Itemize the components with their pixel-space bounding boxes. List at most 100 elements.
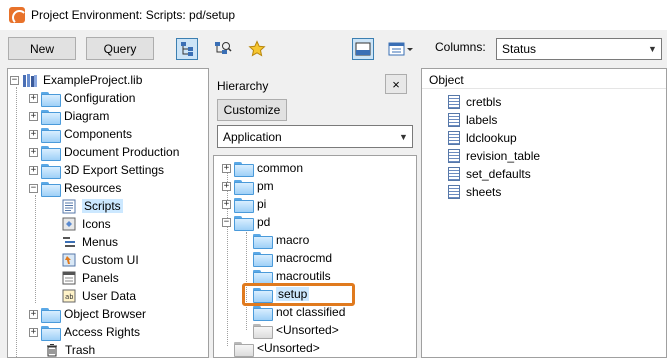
hierarchy-item-pm[interactable]: + pm — [222, 177, 274, 195]
chevron-down-icon: ▼ — [648, 44, 657, 54]
expand-icon[interactable]: + — [29, 93, 38, 103]
object-item[interactable]: sheets — [448, 183, 501, 201]
object-column-header[interactable]: Object — [422, 69, 666, 89]
tree-item-label: Access Rights — [64, 325, 141, 339]
tree-item-label: Menus — [82, 235, 119, 249]
object-list-panel: Object cretbls labels ldclookup revision… — [421, 68, 667, 358]
panels-icon — [61, 270, 77, 286]
toolbar: New Query Columns: Status ▼ — [0, 30, 667, 68]
scripts-icon — [61, 198, 77, 214]
tree-item-scripts[interactable]: Scripts — [61, 197, 123, 215]
script-file-icon — [448, 185, 460, 199]
object-item-label: ldclookup — [466, 131, 517, 145]
close-hierarchy-button[interactable]: × — [385, 74, 407, 94]
tree-item-resources[interactable]: − Resources — [29, 179, 121, 197]
object-item[interactable]: cretbls — [448, 93, 501, 111]
object-header-label: Object — [429, 73, 464, 87]
query-button[interactable]: Query — [86, 37, 154, 60]
collapse-icon[interactable]: − — [10, 75, 19, 85]
columns-select-value: Status — [502, 42, 537, 56]
columns-select[interactable]: Status ▼ — [496, 38, 662, 60]
svg-text:ab: ab — [65, 293, 73, 301]
hierarchy-item-pi[interactable]: + pi — [222, 195, 266, 213]
tree-item-document-production[interactable]: + Document Production — [29, 143, 179, 161]
tree-item-panels[interactable]: Panels — [61, 269, 119, 287]
script-file-icon — [448, 167, 460, 181]
tree-view-icon[interactable] — [176, 38, 198, 60]
tree-item-label: Components — [64, 127, 133, 141]
hierarchy-item-unsorted[interactable]: <Unsorted> — [234, 339, 320, 357]
tree-item-menus[interactable]: Menus — [61, 233, 118, 251]
object-item[interactable]: set_defaults — [448, 165, 531, 183]
folder-icon — [234, 179, 254, 195]
hierarchy-filter-icon[interactable] — [212, 38, 234, 60]
close-icon: × — [392, 76, 400, 92]
expand-icon[interactable]: + — [29, 147, 38, 157]
folder-icon — [234, 161, 254, 177]
expand-icon[interactable]: + — [222, 199, 231, 209]
folder-icon — [41, 127, 61, 143]
customize-button[interactable]: Customize — [217, 99, 287, 121]
window-title: Project Environment: Scripts: pd/setup — [31, 8, 236, 22]
hierarchy-item-macro[interactable]: macro — [253, 231, 309, 249]
hierarchy-item-unsorted-pd[interactable]: <Unsorted> — [253, 321, 339, 339]
folder-icon — [41, 307, 61, 323]
collapse-icon[interactable]: − — [29, 183, 38, 193]
tree-item-access-rights[interactable]: + Access Rights — [29, 323, 140, 341]
new-button[interactable]: New — [8, 37, 76, 60]
hierarchy-item-label: pd — [257, 215, 271, 229]
expand-icon[interactable]: + — [29, 129, 38, 139]
tree-item-configuration[interactable]: + Configuration — [29, 89, 135, 107]
expand-icon[interactable]: + — [29, 309, 38, 319]
user-data-icon: ab — [61, 288, 77, 304]
tree-item-label: Resources — [64, 181, 122, 195]
hierarchy-item-macrocmd[interactable]: macrocmd — [253, 249, 332, 267]
hierarchy-item-label: common — [257, 161, 304, 175]
folder-icon — [41, 163, 61, 179]
tree-item-label: Configuration — [64, 91, 136, 105]
favorites-star-icon[interactable] — [246, 38, 268, 60]
script-file-icon — [448, 95, 460, 109]
icons-icon — [61, 216, 77, 232]
trash-icon — [44, 342, 60, 357]
object-item[interactable]: revision_table — [448, 147, 540, 165]
folder-icon — [253, 305, 273, 321]
columns-label: Columns: — [435, 40, 486, 54]
tree-item-icons[interactable]: Icons — [61, 215, 111, 233]
folder-icon — [41, 145, 61, 161]
folder-icon — [234, 341, 254, 357]
tree-item-label: User Data — [82, 289, 137, 303]
expand-icon[interactable]: + — [222, 163, 231, 173]
tree-item-trash[interactable]: Trash — [44, 341, 95, 357]
hierarchy-item-pd[interactable]: − pd — [222, 213, 270, 231]
expand-icon[interactable]: + — [29, 165, 38, 175]
collapse-icon[interactable]: − — [222, 217, 231, 227]
tree-item-components[interactable]: + Components — [29, 125, 132, 143]
hierarchy-item-label: <Unsorted> — [257, 341, 320, 355]
tree-item-label: Diagram — [64, 109, 110, 123]
expand-icon[interactable]: + — [29, 111, 38, 121]
script-file-icon — [448, 131, 460, 145]
object-item[interactable]: labels — [448, 111, 497, 129]
folder-icon — [41, 109, 61, 125]
tree-item-object-browser[interactable]: + Object Browser — [29, 305, 146, 323]
tree-item-label: Custom UI — [82, 253, 139, 267]
tree-item-label: 3D Export Settings — [64, 163, 165, 177]
layout-panel-icon[interactable] — [352, 38, 374, 60]
tree-item-user-data[interactable]: ab User Data — [61, 287, 136, 305]
folder-icon — [253, 323, 273, 339]
view-options-dropdown-icon[interactable] — [386, 38, 416, 60]
expand-icon[interactable]: + — [222, 181, 231, 191]
object-item[interactable]: ldclookup — [448, 129, 517, 147]
hierarchy-item-common[interactable]: + common — [222, 159, 303, 177]
project-tree-panel: − ExampleProject.lib + Configuration + Dia… — [7, 68, 209, 358]
tree-item-diagram[interactable]: + Diagram — [29, 107, 109, 125]
tree-item-label: Panels — [82, 271, 119, 285]
hierarchy-select[interactable]: Application ▼ — [217, 125, 413, 148]
tree-item-label: Scripts — [82, 199, 123, 213]
tree-root-item[interactable]: − ExampleProject.lib — [10, 71, 142, 89]
selection-highlight-frame — [242, 283, 355, 306]
tree-item-custom-ui[interactable]: Custom UI — [61, 251, 139, 269]
tree-item-3d-export-settings[interactable]: +3D Export Settings — [29, 161, 164, 179]
expand-icon[interactable]: + — [29, 327, 38, 337]
